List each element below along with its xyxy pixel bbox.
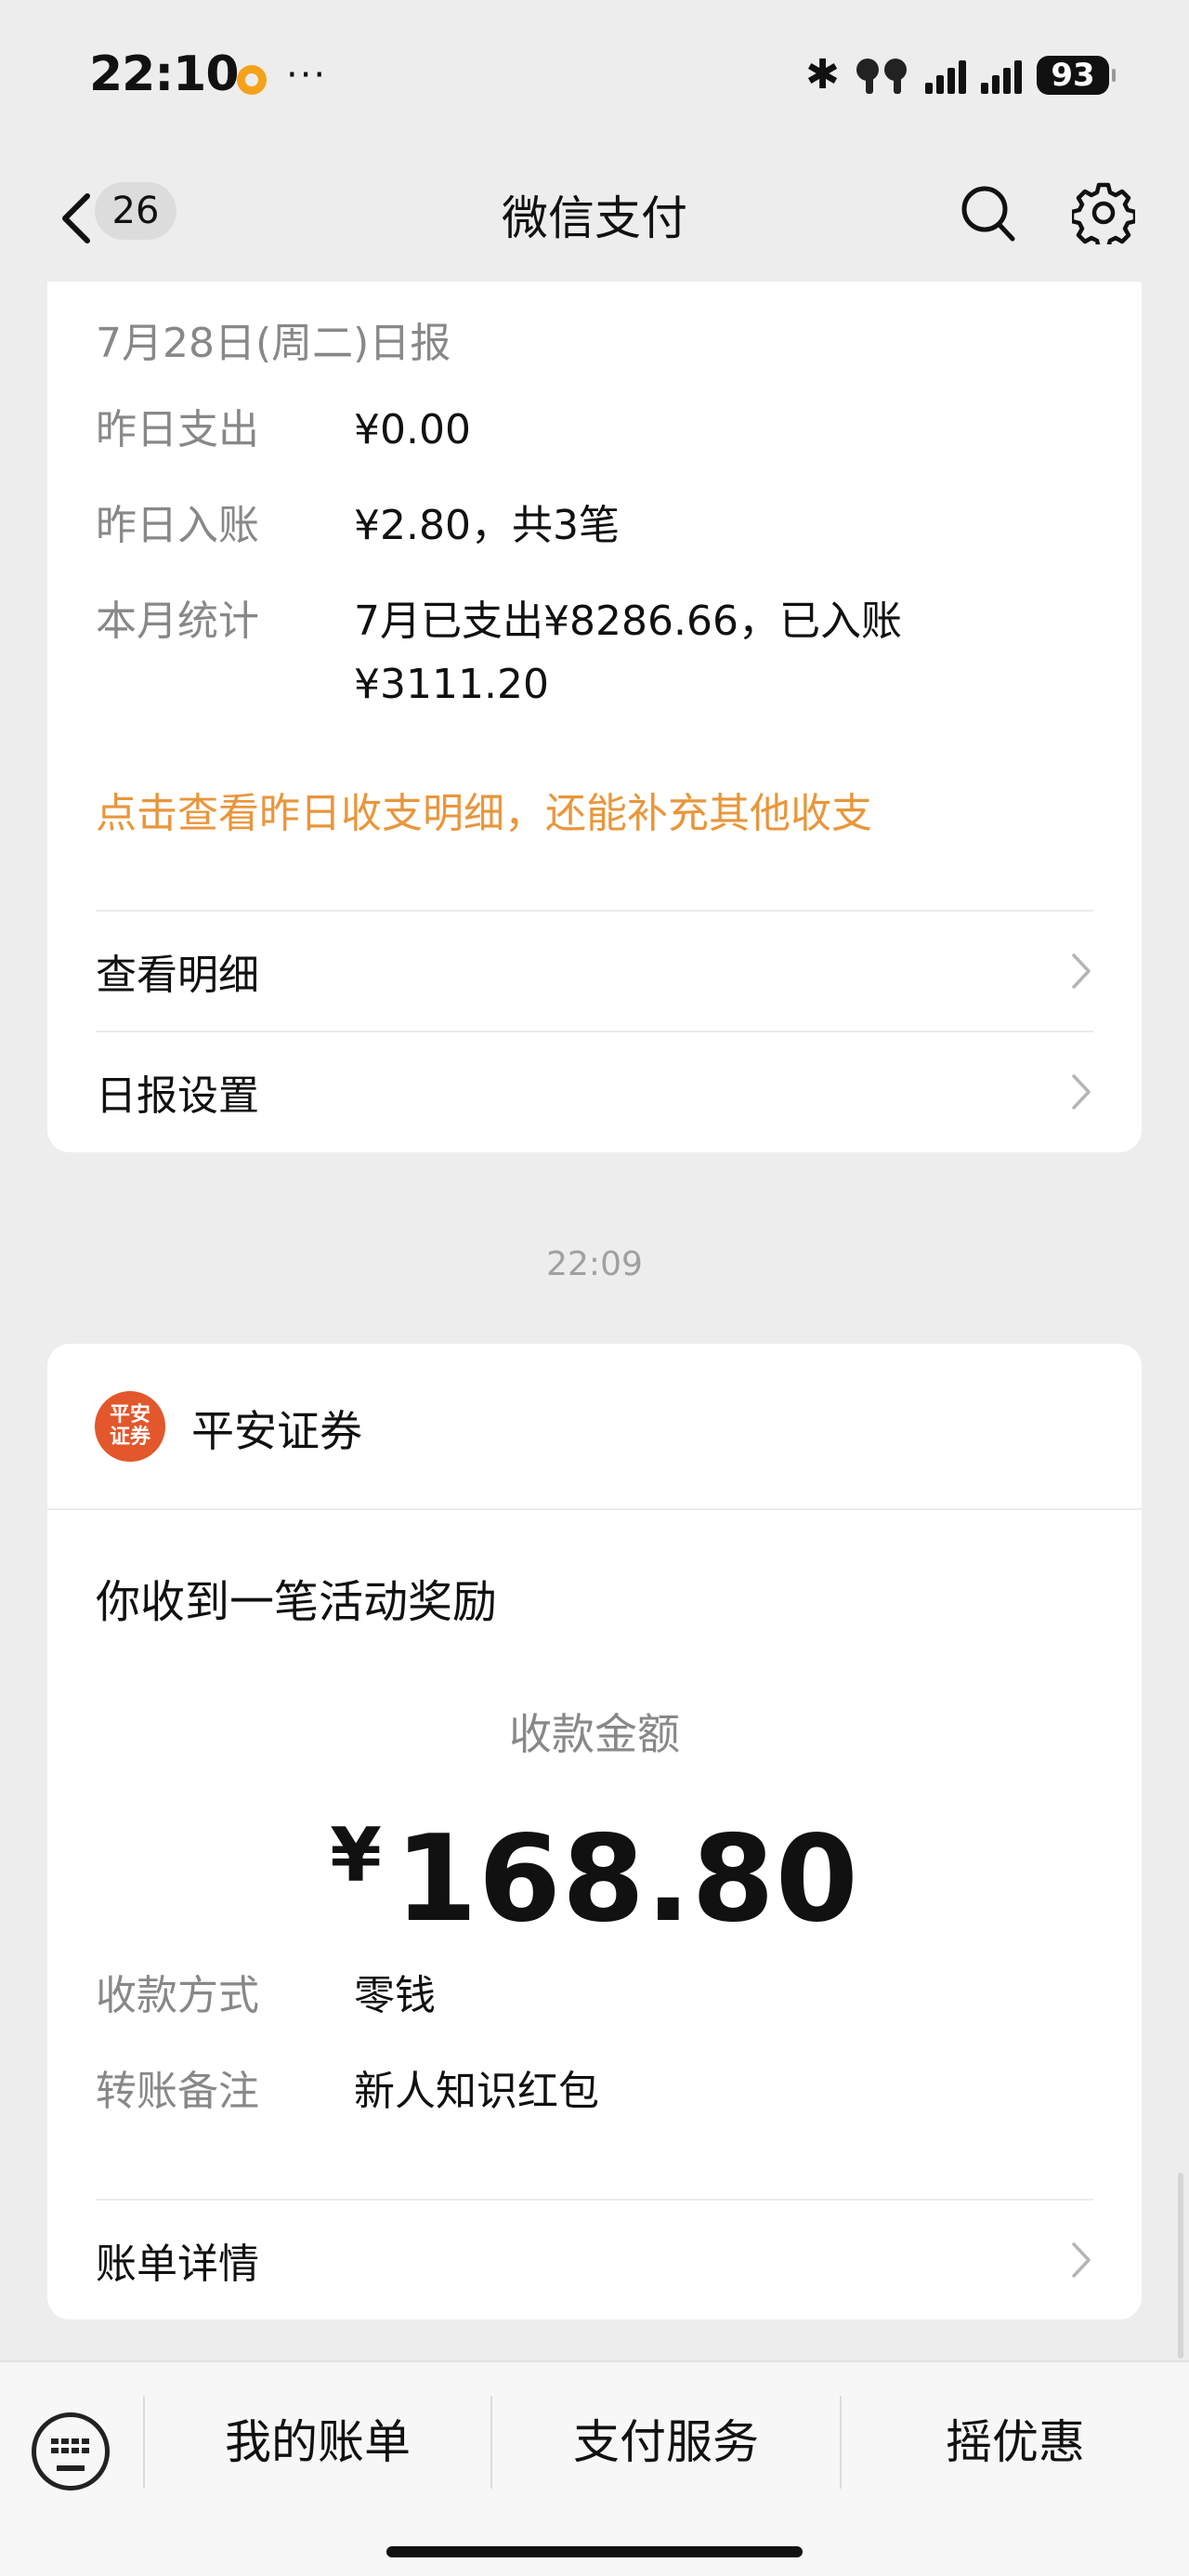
status-time: 22:10 [89, 46, 240, 102]
view-details-row[interactable]: 查看明细 [96, 912, 1093, 1031]
payment-notice-card[interactable]: 平安证券 平安证券 你收到一笔活动奖励 收款金额 ¥168.80 收款方式 零钱… [47, 1344, 1142, 2320]
message-timestamp: 22:09 [546, 1245, 643, 1283]
report-row-expense: 昨日支出 ¥0.00 [96, 402, 1097, 458]
daily-report-card: 7月28日(周二)日报 昨日支出 ¥0.00 昨日入账 ¥2.80，共3笔 本月… [47, 282, 1142, 1152]
scrollbar[interactable] [1178, 2173, 1183, 2359]
row-value: 零钱 [354, 1972, 436, 2019]
transfer-note-row: 转账备注 新人知识红包 [96, 2064, 1097, 2120]
keyboard-icon[interactable] [32, 2412, 110, 2491]
more-notifications-indicator: ··· [286, 54, 328, 97]
notice-title: 你收到一笔活动奖励 [96, 1576, 498, 1628]
merchant-logo: 平安证券 [95, 1391, 165, 1462]
signal-icon [925, 57, 966, 94]
gear-icon[interactable] [1072, 181, 1135, 244]
amount-label: 收款金额 [509, 1709, 680, 1759]
row-label: 转账备注 [96, 2068, 259, 2115]
chevron-right-icon [1072, 2242, 1091, 2278]
merchant-logo-text: 平安证券 [109, 1403, 150, 1449]
bill-details-row[interactable]: 账单详情 [96, 2201, 1093, 2320]
app-notification-icon [237, 65, 267, 95]
status-bar: 22:10 ··· ✱ 93 [0, 0, 1189, 153]
search-icon[interactable] [959, 181, 1016, 244]
view-yesterday-details-link[interactable]: 点击查看昨日收支明细，还能补充其他收支 [96, 780, 872, 839]
menu-label: 查看明细 [96, 952, 259, 999]
row-value: 新人知识红包 [354, 2068, 599, 2115]
merchant-name: 平安证券 [191, 1406, 362, 1456]
row-label: 收款方式 [96, 1972, 259, 2019]
currency-symbol: ¥ [330, 1812, 382, 1899]
row-value: ¥0.00 [354, 406, 471, 453]
tab-my-bills[interactable]: 我的账单 [145, 2396, 490, 2489]
row-value: 7月已支出¥8286.66，已入账¥3111.20 [354, 598, 902, 708]
row-label: 昨日入账 [96, 502, 259, 549]
bluetooth-icon: ✱ [805, 51, 840, 99]
report-row-income: 昨日入账 ¥2.80，共3笔 [96, 498, 1097, 554]
row-value: ¥2.80，共3笔 [354, 502, 620, 549]
amount-display: ¥168.80 [47, 1810, 1142, 1949]
report-settings-row[interactable]: 日报设置 [96, 1032, 1093, 1151]
report-row-monthly: 本月统计 7月已支出¥8286.66，已入账¥3111.20 [96, 594, 930, 716]
menu-label: 日报设置 [96, 1072, 259, 1120]
tab-payment-services[interactable]: 支付服务 [492, 2396, 840, 2489]
status-icons: ✱ 93 [805, 51, 1116, 99]
payment-method-row: 收款方式 零钱 [96, 1968, 1097, 2024]
signal-icon-secondary [981, 57, 1022, 94]
wechat-pay-chat-page: 22:10 ··· ✱ 93 26 微信支付 7月28日(周二)日报 昨日支出 … [0, 0, 1189, 2576]
tab-shake-offers[interactable]: 摇优惠 [842, 2396, 1189, 2489]
nav-bar: 26 微信支付 [0, 153, 1189, 283]
menu-label: 账单详情 [96, 2241, 259, 2288]
earbuds-icon [855, 55, 910, 96]
row-label: 本月统计 [96, 598, 259, 645]
divider [47, 1508, 1142, 1510]
home-indicator[interactable] [386, 2546, 803, 2557]
battery-icon: 93 [1037, 55, 1116, 95]
report-title: 7月28日(周二)日报 [96, 320, 451, 367]
chevron-right-icon [1072, 953, 1091, 989]
bottom-menu-bar: 我的账单 支付服务 摇优惠 [0, 2360, 1189, 2576]
amount-value: 168.80 [394, 1810, 859, 1949]
row-label: 昨日支出 [96, 406, 259, 453]
chevron-right-icon [1072, 1074, 1091, 1110]
